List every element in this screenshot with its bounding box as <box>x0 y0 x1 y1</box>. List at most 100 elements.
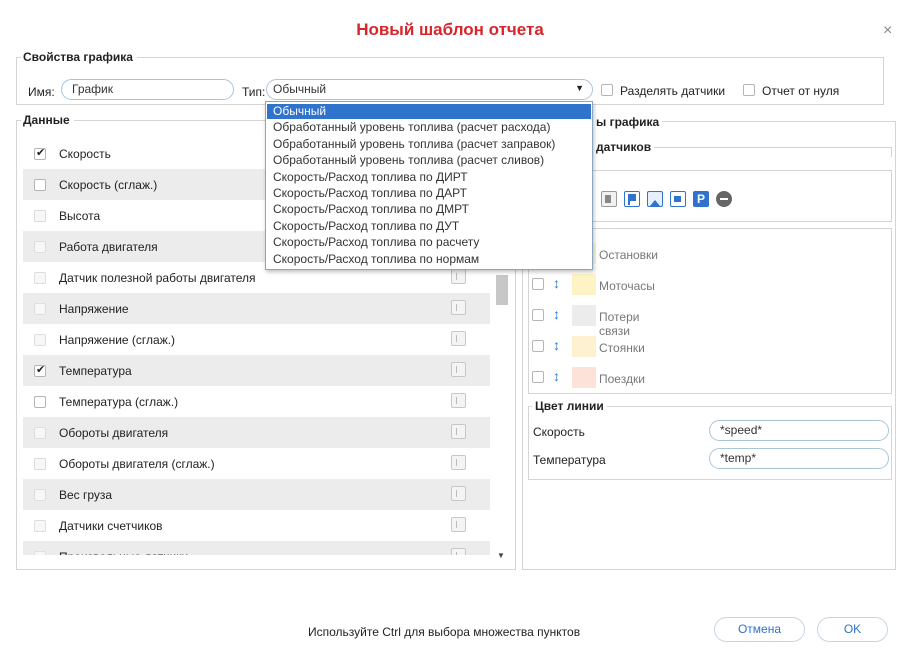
image-icon[interactable] <box>647 191 663 207</box>
type-option[interactable]: Обработанный уровень топлива (расчет зап… <box>267 137 591 152</box>
event-label: Поездки <box>599 372 645 386</box>
data-list-item[interactable]: Температура (сглаж.) <box>23 386 490 417</box>
sensor-settings-icon[interactable] <box>451 486 466 501</box>
event-color-swatch[interactable] <box>572 305 596 326</box>
data-item-checkbox[interactable] <box>34 363 46 377</box>
type-option[interactable]: Скорость/Расход топлива по ДАРТ <box>267 186 591 201</box>
sort-arrows-icon[interactable]: ↕ <box>553 368 560 384</box>
type-option[interactable]: Скорость/Расход топлива по ДМРТ <box>267 202 591 217</box>
sort-arrows-icon[interactable]: ↕ <box>553 337 560 353</box>
line-color-input-speed[interactable]: *speed* <box>709 420 889 441</box>
type-select[interactable]: Обычный ▼ <box>266 79 593 100</box>
data-item-checkbox[interactable] <box>34 210 46 222</box>
dialog-title: Новый шаблон отчета <box>356 20 544 39</box>
type-option[interactable]: Скорость/Расход топлива по нормам <box>267 252 591 267</box>
data-item-checkbox[interactable] <box>34 146 46 160</box>
data-item-checkbox[interactable] <box>34 272 46 284</box>
data-item-checkbox[interactable] <box>34 179 46 191</box>
line-color-legend: Цвет линии <box>532 399 607 413</box>
data-list-item[interactable]: Напряжение (сглаж.) <box>23 324 490 355</box>
line-color-label-speed: Скорость <box>533 425 585 439</box>
scrollbar-thumb[interactable] <box>496 275 508 305</box>
data-item-label: Работа двигателя <box>59 240 158 254</box>
data-item-checkbox[interactable] <box>34 396 46 408</box>
data-item-label: Напряжение (сглаж.) <box>59 333 176 347</box>
type-label: Тип: <box>242 85 266 99</box>
event-checkbox[interactable] <box>532 309 544 321</box>
sort-arrows-icon[interactable]: ↕ <box>553 306 560 322</box>
data-item-checkbox[interactable] <box>34 520 46 532</box>
data-item-label: Обороты двигателя <box>59 426 169 440</box>
data-item-label: Обороты двигателя (сглаж.) <box>59 457 215 471</box>
data-item-label: Высота <box>59 209 101 223</box>
line-color-input-temp[interactable]: *temp* <box>709 448 889 469</box>
sensor-settings-icon[interactable] <box>451 300 466 315</box>
parking-icon[interactable]: P <box>693 191 709 207</box>
sensor-settings-icon[interactable] <box>451 331 466 346</box>
type-option[interactable]: Скорость/Расход топлива по расчету <box>267 235 591 250</box>
type-option[interactable]: Скорость/Расход топлива по ДИРТ <box>267 170 591 185</box>
fuel-icon[interactable] <box>601 191 617 207</box>
data-list-item[interactable]: Вес груза <box>23 479 490 510</box>
data-item-label: Напряжение <box>59 302 129 316</box>
sensor-settings-icon[interactable] <box>451 548 466 555</box>
sensors-legend: датчиков <box>593 140 655 154</box>
sensor-settings-icon[interactable] <box>451 269 466 284</box>
event-color-swatch[interactable] <box>572 274 596 295</box>
from-zero-checkbox[interactable] <box>743 84 755 96</box>
data-item-label: Датчики счетчиков <box>59 519 163 533</box>
data-list-item[interactable]: Датчики счетчиков <box>23 510 490 541</box>
cancel-button[interactable]: Отмена <box>714 617 805 642</box>
event-checkbox[interactable] <box>532 340 544 352</box>
data-item-checkbox[interactable] <box>34 458 46 470</box>
data-item-checkbox[interactable] <box>34 334 46 346</box>
name-label: Имя: <box>28 85 55 99</box>
sensor-settings-icon[interactable] <box>451 362 466 377</box>
data-list-item[interactable]: Произвольные датчики <box>23 541 490 555</box>
close-icon[interactable]: × <box>883 22 892 40</box>
data-list-item[interactable]: Обороты двигателя (сглаж.) <box>23 448 490 479</box>
event-checkbox[interactable] <box>532 371 544 383</box>
sensor-settings-icon[interactable] <box>451 517 466 532</box>
type-option[interactable]: Скорость/Расход топлива по ДУТ <box>267 219 591 234</box>
sensor-settings-icon[interactable] <box>451 393 466 408</box>
data-item-label: Скорость <box>59 147 111 161</box>
data-item-label: Произвольные датчики <box>59 550 188 555</box>
name-input[interactable]: График <box>61 79 234 100</box>
data-item-checkbox[interactable] <box>34 489 46 501</box>
chart-options-legend: ы графика <box>593 115 663 129</box>
data-item-checkbox[interactable] <box>34 551 46 555</box>
event-color-swatch[interactable] <box>572 367 596 388</box>
sensor-settings-icon[interactable] <box>451 455 466 470</box>
type-option[interactable]: Обработанный уровень топлива (расчет рас… <box>267 120 591 135</box>
data-scrollbar[interactable]: ▼ <box>494 273 510 568</box>
type-option[interactable]: Обработанный уровень топлива (расчет сли… <box>267 153 591 168</box>
chart-properties-legend: Свойства графика <box>23 50 133 64</box>
video-icon[interactable] <box>670 191 686 207</box>
flag-icon[interactable] <box>624 191 640 207</box>
data-list-item[interactable]: Температура <box>23 355 490 386</box>
scroll-down-icon[interactable]: ▼ <box>497 551 505 560</box>
event-label: Потери связи <box>599 310 640 338</box>
event-label: Моточасы <box>599 279 655 293</box>
event-checkbox[interactable] <box>532 278 544 290</box>
data-item-checkbox[interactable] <box>34 241 46 253</box>
data-item-checkbox[interactable] <box>34 303 46 315</box>
sensor-settings-icon[interactable] <box>451 424 466 439</box>
split-sensors-checkbox[interactable] <box>601 84 613 96</box>
event-label: Стоянки <box>599 341 645 355</box>
minus-circle-icon[interactable] <box>716 191 732 207</box>
data-item-checkbox[interactable] <box>34 427 46 439</box>
event-label: Остановки <box>599 248 658 262</box>
event-color-swatch[interactable] <box>572 336 596 357</box>
data-list-item[interactable]: Напряжение <box>23 293 490 324</box>
ok-button[interactable]: OK <box>817 617 888 642</box>
data-item-label: Скорость (сглаж.) <box>59 178 158 192</box>
data-legend: Данные <box>23 113 70 127</box>
sort-arrows-icon[interactable]: ↕ <box>553 275 560 291</box>
type-select-value: Обычный <box>273 82 327 96</box>
data-item-label: Температура (сглаж.) <box>59 395 179 409</box>
type-option[interactable]: Обычный <box>267 104 591 119</box>
data-list-item[interactable]: Обороты двигателя <box>23 417 490 448</box>
type-dropdown[interactable]: Обычный Обработанный уровень топлива (рас… <box>265 101 593 270</box>
